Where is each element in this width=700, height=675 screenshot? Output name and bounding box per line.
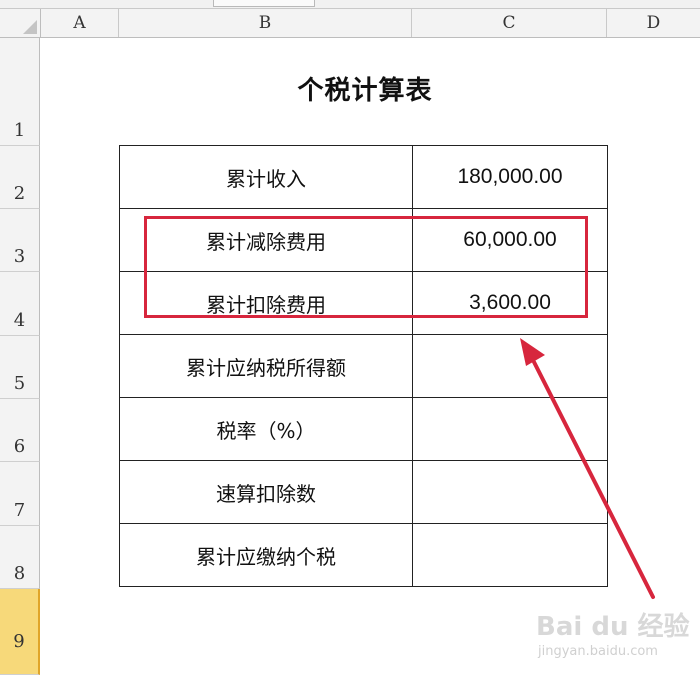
column-header-d[interactable]: D — [607, 9, 700, 37]
cell-value[interactable] — [412, 334, 608, 398]
table-row: 税率（%） — [119, 397, 608, 461]
cell-value[interactable]: 180,000.00 — [412, 145, 608, 209]
cell-label[interactable]: 速算扣除数 — [119, 460, 413, 524]
cell-value[interactable] — [412, 460, 608, 524]
sheet-title[interactable]: 个税计算表 — [120, 70, 610, 107]
row-header-8[interactable]: 8 — [0, 526, 40, 589]
highlight-box — [144, 216, 588, 318]
row-header-2[interactable]: 2 — [0, 146, 40, 209]
column-header-row: A B C D — [0, 9, 700, 38]
cell-label[interactable]: 累计应缴纳个税 — [119, 523, 413, 587]
column-header-a[interactable]: A — [41, 9, 119, 37]
table-row: 累计应纳税所得额 — [119, 334, 608, 398]
row-header-7[interactable]: 7 — [0, 462, 40, 526]
row-header-5[interactable]: 5 — [0, 336, 40, 399]
column-header-c[interactable]: C — [412, 9, 607, 37]
cell-value[interactable] — [412, 397, 608, 461]
table-row: 累计收入 180,000.00 — [119, 145, 608, 209]
tax-table: 累计收入 180,000.00 累计减除费用 60,000.00 累计扣除费用 … — [119, 145, 608, 587]
cell-value[interactable] — [412, 523, 608, 587]
watermark-text: Bai du 经验 — [536, 612, 690, 642]
cell-label[interactable]: 累计应纳税所得额 — [119, 334, 413, 398]
select-all-icon — [23, 20, 37, 34]
toolbar-strip — [0, 0, 700, 9]
watermark-url: jingyan.baidu.com — [538, 644, 658, 659]
table-row: 累计应缴纳个税 — [119, 523, 608, 587]
select-all-button[interactable] — [0, 9, 41, 37]
row-header-3[interactable]: 3 — [0, 209, 40, 272]
row-header-9[interactable]: 9 — [0, 589, 40, 675]
toolbar-tab[interactable] — [213, 0, 315, 7]
row-header-1[interactable]: 1 — [0, 38, 40, 146]
row-header-6[interactable]: 6 — [0, 399, 40, 462]
column-header-b[interactable]: B — [119, 9, 412, 37]
cell-label[interactable]: 税率（%） — [119, 397, 413, 461]
cell-label[interactable]: 累计收入 — [119, 145, 413, 209]
table-row: 速算扣除数 — [119, 460, 608, 524]
row-header-4[interactable]: 4 — [0, 272, 40, 336]
watermark-logo: Bai du 经验 jingyan.baidu.com — [536, 600, 696, 670]
